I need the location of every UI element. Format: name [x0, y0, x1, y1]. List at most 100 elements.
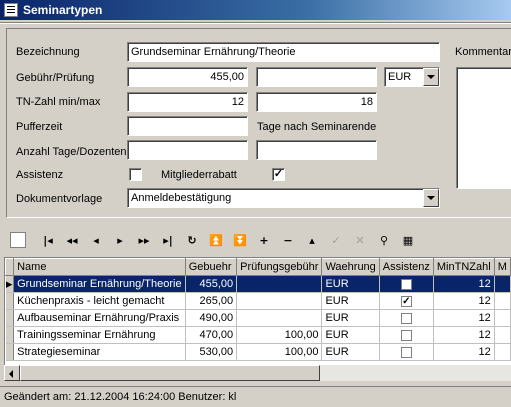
cell-gebuehr[interactable]: 455,00 [185, 275, 238, 293]
row-indicator[interactable] [5, 309, 15, 327]
assistenz-checkbox[interactable] [400, 329, 412, 341]
move-bottom-button[interactable]: ⏬ [228, 230, 252, 250]
table-row[interactable]: Küchenpraxis - leicht gemacht 265,00 EUR ✓ 1… [5, 292, 511, 310]
cell-gebuehr[interactable]: 265,00 [185, 292, 238, 310]
cell-min-tn[interactable]: 12 [433, 326, 495, 344]
row-indicator[interactable] [5, 292, 15, 310]
table-row[interactable]: ▶ Grundseminar Ernährung/Theorie 455,00 EUR… [5, 275, 511, 293]
prev-record-button[interactable]: ◂ [84, 230, 108, 250]
cell-waehrung[interactable]: EUR [321, 326, 380, 344]
cell-overflow[interactable] [494, 292, 511, 310]
row-indicator[interactable] [5, 343, 15, 361]
column-header[interactable]: Prüfungsgebühr [236, 258, 323, 276]
assistenz-checkbox[interactable] [129, 168, 142, 181]
cell-min-tn[interactable]: 12 [433, 292, 495, 310]
vorlage-select[interactable]: Anmeldebestätigung [127, 188, 440, 208]
cell-pruefung[interactable] [236, 292, 323, 310]
cell-name[interactable]: Grundseminar Ernährung/Theorie [13, 275, 186, 293]
scroll-thumb[interactable] [20, 365, 320, 381]
filter-button[interactable]: ⚲ [372, 230, 396, 250]
pruefung-input[interactable] [256, 67, 377, 87]
cell-name[interactable]: Strategieseminar [13, 343, 186, 361]
column-header[interactable]: Assistenz [378, 258, 434, 276]
tn-min-input[interactable]: 12 [127, 92, 248, 112]
cell-pruefung[interactable] [236, 275, 323, 293]
mitglieder-label: Mitgliederrabatt [161, 169, 237, 181]
refresh-button[interactable]: ↻ [180, 230, 204, 250]
cell-min-tn[interactable]: 12 [433, 343, 495, 361]
column-header[interactable]: MinTNZahl [432, 258, 495, 276]
divider [0, 22, 511, 24]
chevron-down-icon[interactable] [423, 68, 439, 86]
cell-gebuehr[interactable]: 490,00 [185, 309, 238, 327]
bezeichnung-input[interactable]: Grundseminar Ernährung/Theorie [127, 42, 440, 62]
cell-gebuehr[interactable]: 470,00 [185, 326, 238, 344]
cancel-button[interactable]: ✕ [348, 230, 372, 250]
assistenz-checkbox[interactable] [400, 312, 412, 324]
cell-overflow[interactable] [494, 326, 511, 344]
assistenz-checkbox[interactable] [400, 278, 412, 290]
column-header[interactable]: Gebuehr [184, 258, 238, 276]
table-row[interactable]: Strategieseminar 530,00 100,00 EUR 12 [5, 343, 511, 361]
row-indicator-header [5, 258, 15, 276]
status-text: Geändert am: 21.12.2004 16:24:00 Benutze… [4, 391, 237, 403]
cell-overflow[interactable] [494, 343, 511, 361]
cell-pruefung[interactable] [236, 309, 323, 327]
cell-overflow[interactable] [494, 275, 511, 293]
dozenten-input[interactable] [256, 140, 377, 160]
table-row[interactable]: Trainingsseminar Ernährung 470,00 100,00 EU… [5, 326, 511, 344]
cell-assistenz[interactable] [379, 343, 434, 361]
title-bar[interactable]: Seminartypen [0, 0, 511, 20]
first-record-button[interactable]: |◂ [36, 230, 60, 250]
currency-select[interactable]: EUR [384, 67, 440, 87]
cell-assistenz[interactable]: ✓ [379, 292, 434, 310]
assistenz-checkbox[interactable]: ✓ [400, 295, 412, 307]
row-indicator[interactable]: ▶ [5, 275, 15, 293]
cell-pruefung[interactable]: 100,00 [236, 326, 323, 344]
cell-overflow[interactable] [494, 309, 511, 327]
cell-min-tn[interactable]: 12 [433, 309, 495, 327]
data-grid[interactable]: Name Gebuehr Prüfungsgebühr Waehrung Assiste… [4, 257, 511, 377]
cell-waehrung[interactable]: EUR [321, 275, 380, 293]
cell-assistenz[interactable] [379, 326, 434, 344]
cell-name[interactable]: Küchenpraxis - leicht gemacht [13, 292, 186, 310]
prev-page-button[interactable]: ◂◂ [60, 230, 84, 250]
kommentar-textarea[interactable] [456, 67, 511, 189]
row-indicator[interactable] [5, 326, 15, 344]
next-page-button[interactable]: ▸▸ [132, 230, 156, 250]
horizontal-scrollbar[interactable] [4, 365, 511, 381]
last-record-button[interactable]: ▸| [156, 230, 180, 250]
cell-waehrung[interactable]: EUR [321, 343, 380, 361]
column-header[interactable]: Name [13, 258, 186, 276]
cell-pruefung[interactable]: 100,00 [236, 343, 323, 361]
gebuehr-input[interactable]: 455,00 [127, 67, 248, 87]
mitglieder-checkbox[interactable]: ✓ [272, 168, 285, 181]
cell-waehrung[interactable]: EUR [321, 309, 380, 327]
cell-name[interactable]: Aufbauseminar Ernährung/Praxis [13, 309, 186, 327]
edit-button[interactable]: ▴ [300, 230, 324, 250]
cell-assistenz[interactable] [379, 275, 434, 293]
insert-button[interactable]: + [252, 230, 276, 250]
print-button[interactable]: ▦ [396, 230, 420, 250]
tage-input[interactable] [127, 140, 248, 160]
chevron-down-icon[interactable] [423, 189, 439, 207]
move-top-button[interactable]: ⏫ [204, 230, 228, 250]
cell-gebuehr[interactable]: 530,00 [185, 343, 238, 361]
puffer-input[interactable] [127, 116, 248, 136]
navigator-toolbar: |◂ ◂◂ ◂ ▸ ▸▸ ▸| ↻ ⏫ ⏬ + − ▴ ✓ ✕ ⚲ ▦ [6, 228, 511, 252]
cell-waehrung[interactable]: EUR [321, 292, 380, 310]
cell-name[interactable]: Trainingsseminar Ernährung [13, 326, 186, 344]
tn-label: TN-Zahl min/max [16, 96, 101, 108]
vorlage-value: Anmeldebestätigung [131, 192, 232, 204]
cell-min-tn[interactable]: 12 [433, 275, 495, 293]
delete-button[interactable]: − [276, 230, 300, 250]
tn-max-input[interactable]: 18 [256, 92, 377, 112]
column-header[interactable]: M [493, 258, 511, 276]
post-button[interactable]: ✓ [324, 230, 348, 250]
scroll-left-icon[interactable] [4, 365, 20, 381]
next-record-button[interactable]: ▸ [108, 230, 132, 250]
column-header[interactable]: Waehrung [321, 258, 380, 276]
assistenz-checkbox[interactable] [400, 346, 412, 358]
table-row[interactable]: Aufbauseminar Ernährung/Praxis 490,00 EUR 1… [5, 309, 511, 327]
cell-assistenz[interactable] [379, 309, 434, 327]
